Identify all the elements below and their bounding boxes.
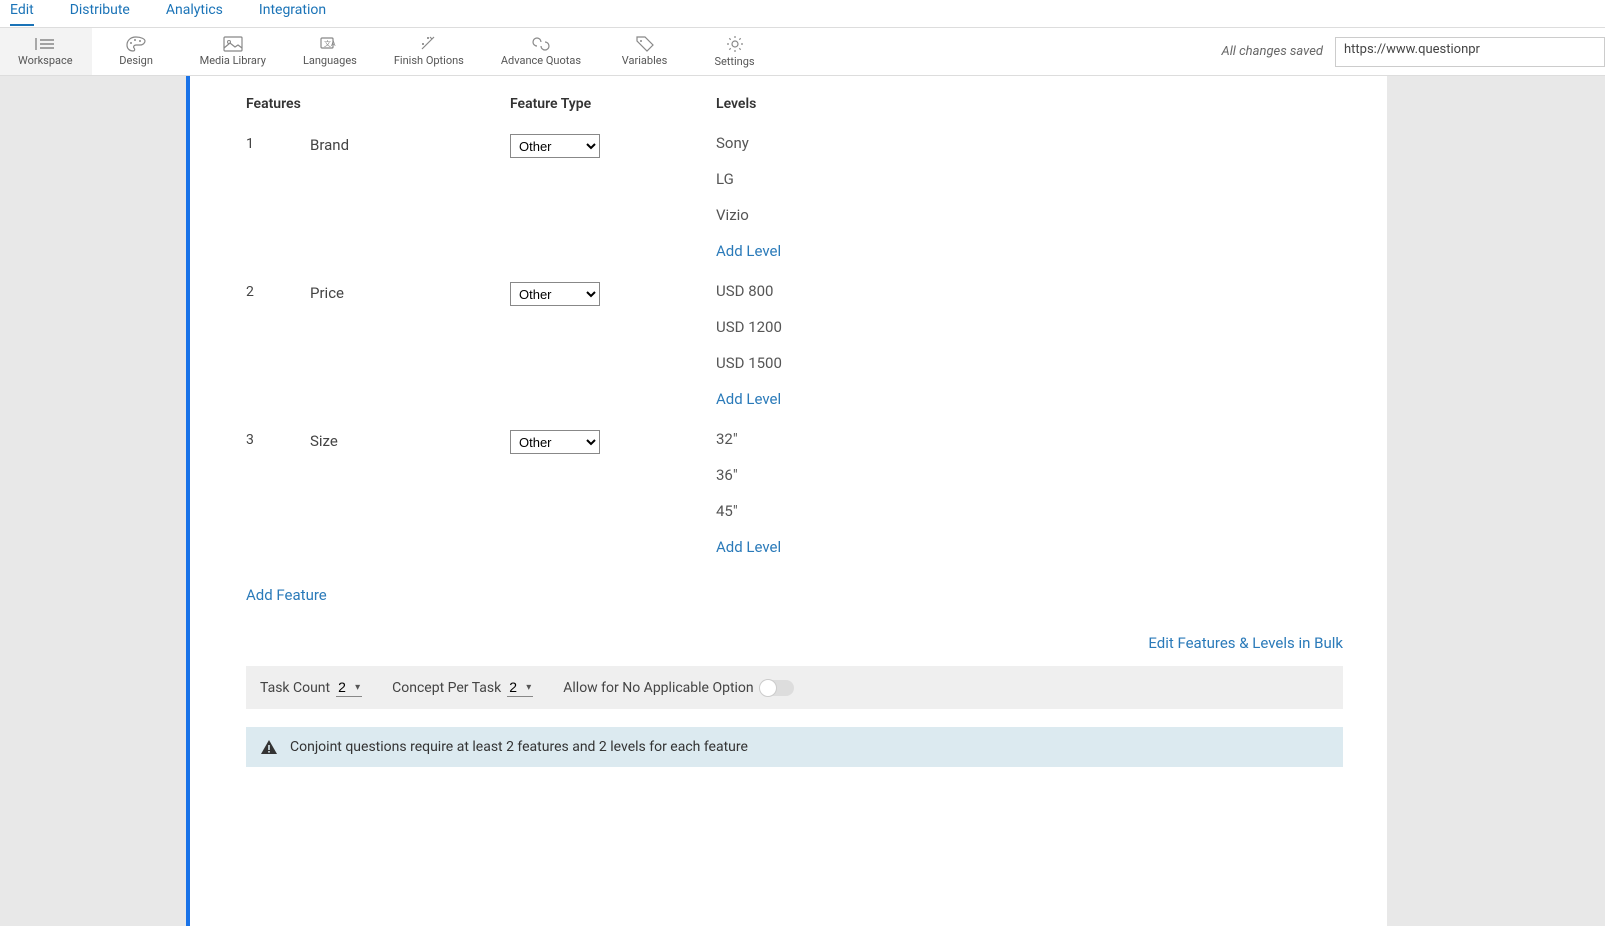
image-icon [223,36,243,52]
info-bar: Conjoint questions require at least 2 fe… [246,727,1343,767]
level-item[interactable]: 32" [716,430,1343,448]
allow-none-toggle[interactable] [760,680,794,696]
feature-type-select[interactable]: Other [510,134,600,158]
config-bar: Task Count 2 Concept Per Task 2 Allow fo… [246,666,1343,709]
toolbar-label: Languages [303,54,357,67]
tab-edit[interactable]: Edit [10,0,34,26]
level-item[interactable]: USD 800 [716,282,1343,300]
level-item[interactable]: Sony [716,134,1343,152]
concept-per-task-select[interactable]: 2 [507,678,533,697]
edit-bulk-link[interactable]: Edit Features & Levels in Bulk [246,634,1343,652]
col-feature-type: Feature Type [510,96,716,112]
toolbar-label: Workspace [18,54,73,67]
feature-row: 2PriceOther USD 800 USD 1200 USD 1500 Add Le… [246,282,1343,408]
save-status: All changes saved [1222,44,1323,59]
feature-row: 3SizeOther 32" 36" 45" Add Level [246,430,1343,556]
gear-icon [726,35,744,53]
toolbar-label: Design [119,54,153,67]
toolbar-design[interactable]: Design [92,28,182,75]
add-level-link[interactable]: Add Level [716,242,1343,260]
toolbar-settings[interactable]: Settings [690,28,780,75]
url-input[interactable]: https://www.questionpr [1335,37,1605,67]
feature-name[interactable]: Size [310,430,510,450]
tag-icon [635,36,655,52]
toolbar-advance-quotas[interactable]: Advance Quotas [483,28,600,75]
col-features: Features [246,96,510,112]
feature-type-select[interactable]: Other [510,282,600,306]
right-gutter [1387,76,1605,926]
tab-distribute[interactable]: Distribute [70,0,130,24]
palette-icon [126,36,146,52]
toolbar-label: Finish Options [394,54,464,67]
wand-icon [419,36,439,52]
task-count-label: Task Count [260,680,330,696]
toolbar-label: Variables [622,54,668,67]
level-item[interactable]: USD 1500 [716,354,1343,372]
feature-type-select[interactable]: Other [510,430,600,454]
feature-name[interactable]: Price [310,282,510,302]
info-message: Conjoint questions require at least 2 fe… [290,739,748,755]
task-count-select[interactable]: 2 [336,678,362,697]
level-item[interactable]: 36" [716,466,1343,484]
workspace-icon [34,36,56,52]
toolbar-languages[interactable]: 文A Languages [285,28,376,75]
concept-per-task-label: Concept Per Task [392,680,501,696]
col-levels: Levels [716,96,1343,112]
tab-analytics[interactable]: Analytics [166,0,223,24]
feature-name[interactable]: Brand [310,134,510,154]
feature-row: 1BrandOther Sony LG Vizio Add Level [246,134,1343,260]
toolbar-finish-options[interactable]: Finish Options [376,28,483,75]
top-tabs: Edit Distribute Analytics Integration [0,0,1605,28]
feature-index: 2 [246,282,310,300]
toolbar: Workspace Design Media Library 文A Langua… [0,28,1605,76]
allow-none-label: Allow for No Applicable Option [563,680,753,696]
toolbar-variables[interactable]: Variables [600,28,690,75]
toolbar-workspace[interactable]: Workspace [0,28,92,75]
features-header-row: Features Feature Type Levels [246,96,1343,112]
add-level-link[interactable]: Add Level [716,390,1343,408]
level-item[interactable]: 45" [716,502,1343,520]
add-feature-link[interactable]: Add Feature [246,586,1343,604]
add-level-link[interactable]: Add Level [716,538,1343,556]
svg-text:文A: 文A [324,39,336,48]
feature-index: 1 [246,134,310,152]
level-item[interactable]: USD 1200 [716,318,1343,336]
editor-panel: Features Feature Type Levels 1BrandOther… [186,76,1387,926]
level-item[interactable]: Vizio [716,206,1343,224]
level-item[interactable]: LG [716,170,1343,188]
feature-index: 3 [246,430,310,448]
warning-icon [260,739,278,755]
toolbar-label: Advance Quotas [501,54,581,67]
toolbar-label: Settings [714,55,754,68]
left-gutter [0,76,186,926]
toolbar-label: Media Library [200,54,266,67]
link-icon [531,36,551,52]
toolbar-media-library[interactable]: Media Library [182,28,285,75]
tab-integration[interactable]: Integration [259,0,326,24]
translate-icon: 文A [320,36,340,52]
